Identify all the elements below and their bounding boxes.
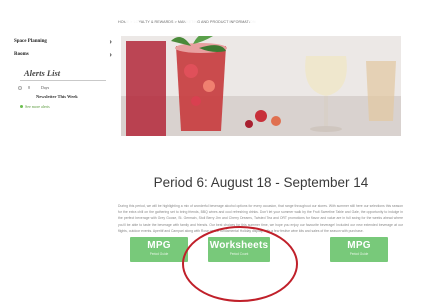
page-title: Period 6: August 18 - September 14 [153, 175, 369, 190]
chevron-right-icon: › [109, 37, 112, 46]
marker-stroke [111, 0, 146, 36]
sidebar-item-space-planning[interactable]: Space Planning › [14, 36, 114, 49]
alert-sub: Days [41, 85, 50, 90]
sidebar: Space Planning › Rooms › Alerts List 8 D… [14, 36, 114, 109]
alert-count: 8 [28, 85, 30, 90]
marker-stroke [36, 0, 66, 41]
mpg-button-label: MPG [347, 240, 371, 251]
alerts-title: Alerts List [24, 68, 61, 78]
marker-stroke [286, 0, 316, 22]
see-all-alerts-link[interactable]: See more alerts [14, 104, 114, 109]
worksheets-button-sub: Period Count [229, 252, 249, 256]
drinks-photo [121, 36, 401, 136]
alert-dot-icon [18, 86, 22, 90]
mpg-button-sub: Period Guide [349, 252, 369, 256]
mpg-button-sub: Period Guide [149, 252, 169, 256]
sidebar-item-label: Rooms [14, 52, 29, 57]
alert-item-newsletter[interactable]: Newsletter This Week [14, 94, 114, 104]
alert-item[interactable]: 8 Days [14, 85, 114, 94]
marker-stroke [0, 171, 106, 256]
sidebar-item-rooms[interactable]: Rooms › [14, 49, 114, 62]
mpg-button[interactable]: MPG Period Guide [130, 237, 188, 262]
divider [20, 80, 106, 81]
sidebar-item-label: Space Planning [14, 39, 47, 44]
period-description: During this period, we will be highlight… [118, 204, 403, 233]
chevron-right-icon: › [109, 50, 112, 59]
marker-stroke [232, 0, 261, 26]
marker-stroke [171, 0, 198, 28]
breadcrumb[interactable]: HOME > LOYALTY & REWARDS > MARKETING AND… [118, 20, 256, 24]
marker-stroke [0, 117, 101, 201]
worksheets-button[interactable]: Worksheets Period Count [208, 237, 270, 262]
marker-stroke [352, 0, 386, 28]
see-all-label: See more alerts [25, 104, 50, 109]
status-dot-icon [20, 105, 23, 108]
mpg-button-secondary[interactable]: MPG Period Guide [330, 237, 388, 262]
hero-image [121, 36, 401, 136]
worksheets-button-label: Worksheets [209, 240, 269, 251]
mpg-button-label: MPG [147, 240, 171, 251]
